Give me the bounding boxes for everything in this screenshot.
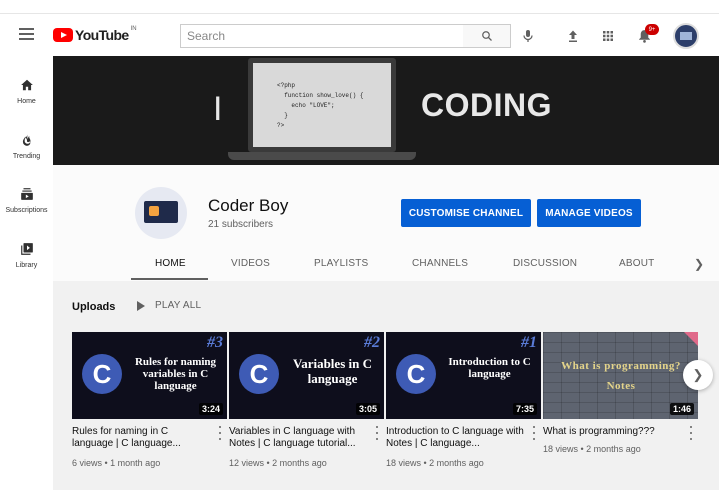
subscriptions-icon (20, 188, 33, 200)
channel-home-content: Uploads PLAY ALL C Rules for naming vari… (53, 281, 719, 490)
customise-channel-button[interactable]: CUSTOMISE CHANNEL (401, 199, 531, 227)
video-meta: 18 views • 2 months ago (386, 458, 484, 468)
search-icon (481, 31, 492, 41)
banner-right-text: CODING (421, 87, 552, 123)
laptop-base (228, 152, 416, 160)
uploads-heading[interactable]: Uploads (72, 301, 115, 313)
video-thumbnail[interactable]: What is programming? Notes 1:46 (543, 332, 698, 419)
search-button[interactable] (463, 24, 511, 48)
mini-guide: Home Trending Subscriptions Library (0, 56, 53, 490)
tabs-next-chevron-icon[interactable]: ❯ (694, 257, 704, 271)
home-icon (20, 79, 33, 91)
thumbnail-corner-decoration (684, 332, 698, 346)
video-title[interactable]: Introduction to C language with Notes | … (386, 426, 524, 450)
video-card[interactable]: C Variables in C language #2 3:05 Variab… (229, 332, 384, 468)
sidebar-item-label: Trending (12, 153, 41, 160)
browser-top-strip (0, 0, 719, 14)
video-duration: 3:24 (198, 403, 223, 415)
channel-header: Coder Boy 21 subscribers CUSTOMISE CHANN… (53, 165, 719, 281)
manage-videos-button[interactable]: MANAGE VIDEOS (537, 199, 641, 227)
tab-videos[interactable]: VIDEOS (231, 258, 270, 269)
account-avatar[interactable] (673, 23, 699, 49)
channel-avatar (135, 187, 187, 239)
sidebar-item-home[interactable]: Home (0, 64, 53, 114)
code-line: echo "LOVE"; (277, 102, 335, 109)
tab-about[interactable]: ABOUT (619, 258, 654, 269)
video-duration: 7:35 (512, 403, 537, 415)
more-options-icon[interactable] (215, 426, 225, 440)
menu-icon[interactable] (19, 28, 34, 40)
c-language-logo-icon: C (82, 354, 122, 394)
banner-laptop-illustration: <?php function show_love() { echo "LOVE"… (248, 58, 396, 152)
video-card[interactable]: C Rules for naming variables in C langua… (72, 332, 227, 468)
video-meta: 18 views • 2 months ago (543, 444, 641, 454)
fire-icon (22, 134, 30, 146)
channel-name: Coder Boy (208, 196, 289, 215)
sidebar-item-label: Subscriptions (5, 207, 48, 214)
video-thumbnail[interactable]: C Variables in C language #2 3:05 (229, 332, 384, 419)
video-title[interactable]: Rules for naming in C language | C langu… (72, 426, 210, 450)
subscriber-count: 21 subscribers (208, 219, 274, 230)
video-duration: 3:05 (355, 403, 380, 415)
video-meta: 6 views • 1 month ago (72, 458, 161, 468)
masthead: YouTube IN Search 9+ (0, 15, 719, 56)
episode-badge: #2 (364, 334, 380, 351)
thumbnail-text: What is programming? Notes (561, 360, 681, 392)
youtube-logo[interactable]: YouTube IN (53, 26, 137, 44)
c-language-logo-icon: C (239, 354, 279, 394)
channel-banner: I <?php function show_love() { echo "LOV… (53, 56, 719, 165)
video-card[interactable]: What is programming? Notes 1:46 What is … (543, 332, 698, 454)
more-options-icon[interactable] (686, 426, 696, 440)
video-title[interactable]: What is programming??? (543, 426, 681, 438)
video-meta: 12 views • 2 months ago (229, 458, 327, 468)
sidebar-item-label: Home (17, 98, 36, 105)
thumbnail-text: Variables in C language (293, 356, 372, 386)
code-line: } (277, 112, 288, 119)
sidebar-item-library[interactable]: Library (0, 228, 53, 278)
sidebar-item-subscriptions[interactable]: Subscriptions (0, 173, 53, 223)
library-icon (20, 243, 33, 255)
tab-discussion[interactable]: DISCUSSION (513, 258, 577, 269)
banner-code-screen: <?php function show_love() { echo "LOVE"… (253, 63, 391, 147)
banner-left-text: I (213, 90, 223, 128)
c-language-logo-icon: C (396, 354, 436, 394)
upload-icon[interactable] (563, 26, 583, 46)
video-title[interactable]: Variables in C language with Notes | C l… (229, 426, 367, 450)
sidebar-item-trending[interactable]: Trending (0, 119, 53, 169)
apps-grid-icon[interactable] (598, 26, 618, 46)
active-tab-indicator (131, 278, 208, 280)
video-thumbnail[interactable]: C Rules for naming variables in C langua… (72, 332, 227, 419)
play-icon (137, 300, 145, 311)
code-line: <?php (277, 82, 296, 89)
code-line: function show_love() { (277, 92, 364, 99)
episode-badge: #3 (207, 334, 223, 351)
episode-badge: #1 (521, 334, 537, 351)
microphone-icon[interactable] (518, 26, 538, 46)
play-all-button[interactable]: PLAY ALL (137, 300, 201, 311)
logo-text: YouTube (75, 27, 129, 43)
code-line: ?> (277, 122, 285, 129)
tab-home[interactable]: HOME (155, 258, 186, 269)
shelf-next-arrow-icon[interactable]: ❯ (683, 360, 713, 390)
notification-count-badge: 9+ (645, 24, 659, 35)
thumbnail-text: Introduction to C language (448, 356, 531, 380)
youtube-play-icon (53, 28, 73, 42)
video-thumbnail[interactable]: C Introduction to C language #1 7:35 (386, 332, 541, 419)
sidebar-item-label: Library (15, 262, 38, 269)
thumbnail-text: Rules for naming variables in C language (134, 356, 217, 392)
tab-playlists[interactable]: PLAYLISTS (314, 258, 368, 269)
more-options-icon[interactable] (529, 426, 539, 440)
country-code: IN (130, 26, 137, 32)
search-input[interactable]: Search (180, 24, 464, 48)
tab-channels[interactable]: CHANNELS (412, 258, 468, 269)
more-options-icon[interactable] (372, 426, 382, 440)
play-all-label: PLAY ALL (155, 300, 202, 311)
video-card[interactable]: C Introduction to C language #1 7:35 Int… (386, 332, 541, 468)
video-duration: 1:46 (669, 403, 694, 415)
